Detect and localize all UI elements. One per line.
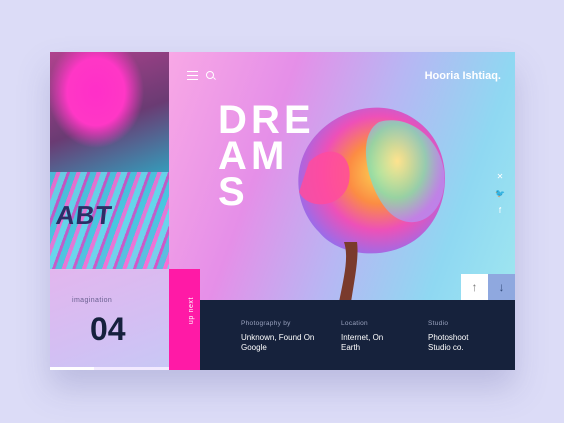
pinterest-icon[interactable]: ✕ <box>495 172 505 182</box>
nav-icons <box>187 71 215 80</box>
title-letter: R <box>251 98 280 142</box>
search-icon[interactable] <box>206 71 215 80</box>
info-photography: Photography by Unknown, Found On Google <box>241 320 321 353</box>
arrow-down-icon: ↓ <box>498 280 505 294</box>
info-studio: Studio Photoshoot Studio co. <box>428 320 488 353</box>
facebook-icon[interactable]: f <box>495 206 505 216</box>
info-heading: Studio <box>428 320 449 327</box>
up-next-label: up next <box>188 296 196 325</box>
shirt-text: ABT <box>54 200 115 230</box>
imagination-panel: imagination 04 <box>50 269 169 370</box>
info-value: Internet, On Earth <box>341 333 384 352</box>
next-button[interactable]: ↓ <box>488 274 515 300</box>
imagination-label: imagination <box>72 297 113 304</box>
up-next-button[interactable]: up next <box>169 269 200 370</box>
previous-button[interactable]: ↑ <box>461 274 488 300</box>
info-value: Photoshoot Studio co. <box>428 333 469 352</box>
twitter-icon[interactable]: 🐦 <box>495 189 505 199</box>
info-location: Location Internet, On Earth <box>341 320 401 353</box>
title-letter: S <box>218 170 245 214</box>
menu-icon[interactable] <box>187 71 198 80</box>
slide-progress-fill <box>50 367 95 370</box>
title-letter: E <box>284 98 311 142</box>
info-heading: Location <box>341 320 368 327</box>
hero-card: ABT Hooria Ishtiaq. D R E A M S ✕ 🐦 f ↑ … <box>50 52 515 370</box>
title-letter: A <box>218 134 247 178</box>
social-links: ✕ 🐦 f <box>495 172 505 216</box>
info-bar: Photography by Unknown, Found On Google … <box>200 300 515 370</box>
title-letter: D <box>218 98 247 142</box>
info-heading: Photography by <box>241 320 291 327</box>
arrow-up-icon: ↑ <box>471 280 478 294</box>
portrait-photo: ABT <box>50 52 169 269</box>
slide-progress <box>50 367 169 370</box>
title-letter: M <box>251 134 285 178</box>
slide-number: 04 <box>90 311 126 347</box>
info-value: Unknown, Found On Google <box>241 333 315 352</box>
hero-banner: Hooria Ishtiaq. DRE AM S ✕ 🐦 f ↑ ↓ <box>169 52 515 300</box>
brand-name[interactable]: Hooria Ishtiaq. <box>425 70 501 82</box>
dreams-title: DRE AM S <box>218 98 378 214</box>
